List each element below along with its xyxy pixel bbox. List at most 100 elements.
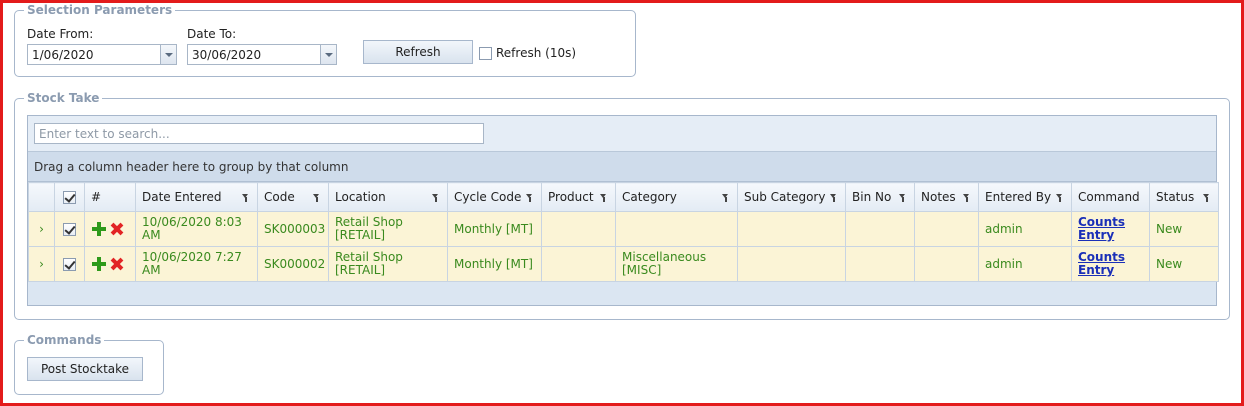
cell-sub-category — [737, 246, 846, 282]
row-select-cell[interactable] — [54, 211, 85, 247]
cell-product — [541, 246, 616, 282]
chevron-right-icon[interactable]: › — [28, 211, 55, 247]
header-code-label: Code — [264, 190, 295, 204]
search-panel: Enter text to search... — [28, 116, 1216, 152]
header-code[interactable]: Code — [257, 182, 329, 212]
filter-icon[interactable] — [600, 194, 607, 202]
select-all-checkbox[interactable] — [63, 191, 76, 204]
header-command[interactable]: Command — [1071, 182, 1150, 212]
filter-icon[interactable] — [722, 194, 729, 202]
cell-category: Miscellaneous [MISC] — [615, 246, 738, 282]
filter-icon[interactable] — [830, 194, 837, 202]
cell-entered-by: admin — [978, 211, 1072, 247]
date-from-value: 1/06/2020 — [32, 48, 94, 62]
chevron-down-icon[interactable] — [320, 45, 336, 64]
group-by-panel[interactable]: Drag a column header here to group by th… — [28, 152, 1216, 182]
cell-date-entered: 10/06/2020 7:27 AM — [135, 246, 258, 282]
header-status-label: Status — [1156, 190, 1195, 204]
stock-take-table: # Date Entered Code Location Cycle Code … — [28, 182, 1219, 282]
date-from-label: Date From: — [27, 27, 94, 41]
filter-icon[interactable] — [1203, 194, 1210, 202]
header-select-all[interactable] — [54, 182, 85, 212]
header-product[interactable]: Product — [541, 182, 616, 212]
delete-icon[interactable] — [110, 257, 124, 271]
table-row[interactable]: › 10/06/2020 8:03 AM SK000003 Retail Sho… — [28, 211, 1219, 247]
header-bin-no[interactable]: Bin No — [845, 182, 915, 212]
header-entered-by-label: Entered By — [985, 190, 1052, 204]
stock-take-legend: Stock Take — [27, 91, 100, 105]
chevron-down-icon[interactable] — [160, 45, 176, 64]
row-select-checkbox[interactable] — [63, 257, 76, 271]
cell-location: Retail Shop [RETAIL] — [328, 211, 448, 247]
cell-product — [541, 211, 616, 247]
header-row: # Date Entered Code Location Cycle Code … — [28, 182, 1219, 212]
filter-icon[interactable] — [526, 194, 533, 202]
cell-code: SK000002 — [257, 246, 329, 282]
cell-cycle-code: Monthly [MT] — [447, 246, 542, 282]
filter-icon[interactable] — [1056, 194, 1063, 202]
date-to-picker[interactable]: 30/06/2020 — [187, 44, 337, 65]
search-input[interactable]: Enter text to search... — [34, 123, 484, 144]
cell-status: New — [1149, 246, 1219, 282]
cell-bin-no — [845, 246, 915, 282]
cell-notes — [914, 246, 979, 282]
header-category-label: Category — [622, 190, 677, 204]
header-category[interactable]: Category — [615, 182, 738, 212]
table-row[interactable]: › 10/06/2020 7:27 AM SK000002 Retail Sho… — [28, 246, 1219, 282]
header-cycle-code[interactable]: Cycle Code — [447, 182, 542, 212]
refresh-button[interactable]: Refresh — [363, 40, 473, 64]
row-select-checkbox[interactable] — [63, 222, 76, 236]
header-entered-by[interactable]: Entered By — [978, 182, 1072, 212]
header-notes[interactable]: Notes — [914, 182, 979, 212]
filter-icon[interactable] — [432, 194, 439, 202]
cell-entered-by: admin — [978, 246, 1072, 282]
cell-command: Counts Entry — [1071, 246, 1150, 282]
selection-parameters-group: Selection Parameters — [14, 3, 636, 77]
header-status[interactable]: Status — [1149, 182, 1219, 212]
header-hash[interactable]: # — [84, 182, 136, 212]
header-expand — [28, 182, 55, 212]
cell-sub-category — [737, 211, 846, 247]
plus-icon[interactable] — [92, 222, 106, 236]
header-cycle-code-label: Cycle Code — [454, 190, 522, 204]
header-sub-category-label: Sub Category — [744, 190, 826, 204]
header-bin-no-label: Bin No — [852, 190, 892, 204]
cell-bin-no — [845, 211, 915, 247]
cell-notes — [914, 211, 979, 247]
chevron-right-icon[interactable]: › — [28, 246, 55, 282]
filter-icon[interactable] — [899, 194, 906, 202]
header-location-label: Location — [335, 190, 386, 204]
header-notes-label: Notes — [921, 190, 956, 204]
cell-code: SK000003 — [257, 211, 329, 247]
cell-date-entered: 10/06/2020 8:03 AM — [135, 211, 258, 247]
filter-icon[interactable] — [313, 194, 320, 202]
stock-take-grid: Enter text to search... Drag a column he… — [27, 115, 1219, 306]
date-to-label: Date To: — [187, 27, 237, 41]
filter-icon[interactable] — [242, 194, 249, 202]
header-product-label: Product — [548, 190, 594, 204]
row-actions-cell — [84, 246, 136, 282]
post-stocktake-button[interactable]: Post Stocktake — [27, 357, 143, 381]
header-date-entered[interactable]: Date Entered — [135, 182, 258, 212]
date-from-picker[interactable]: 1/06/2020 — [27, 44, 177, 65]
counts-entry-link[interactable]: Counts Entry — [1078, 251, 1128, 277]
auto-refresh-label: Refresh (10s) — [496, 46, 577, 60]
row-actions-cell — [84, 211, 136, 247]
header-sub-category[interactable]: Sub Category — [737, 182, 846, 212]
delete-icon[interactable] — [110, 222, 124, 236]
auto-refresh-checkbox[interactable] — [479, 47, 492, 60]
header-date-entered-label: Date Entered — [142, 190, 222, 204]
row-select-cell[interactable] — [54, 246, 85, 282]
header-location[interactable]: Location — [328, 182, 448, 212]
cell-status: New — [1149, 211, 1219, 247]
date-to-value: 30/06/2020 — [192, 48, 262, 62]
plus-icon[interactable] — [92, 257, 106, 271]
selection-parameters-legend: Selection Parameters — [27, 3, 173, 17]
cell-command: Counts Entry — [1071, 211, 1150, 247]
commands-legend: Commands — [27, 333, 102, 347]
cell-category — [615, 211, 738, 247]
cell-cycle-code: Monthly [MT] — [447, 211, 542, 247]
filter-icon[interactable] — [963, 194, 970, 202]
cell-location: Retail Shop [RETAIL] — [328, 246, 448, 282]
counts-entry-link[interactable]: Counts Entry — [1078, 216, 1128, 242]
